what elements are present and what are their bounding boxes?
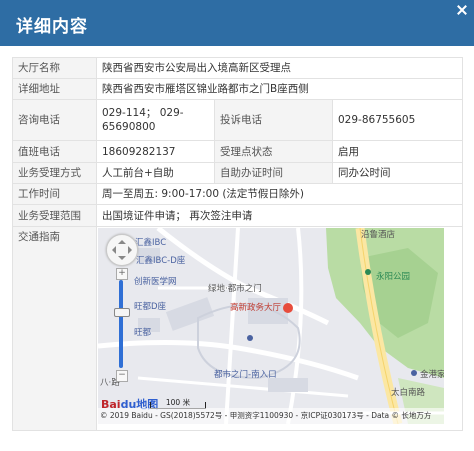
scope-label: 业务受理范围 — [12, 204, 97, 227]
status-label: 受理点状态 — [214, 140, 333, 163]
map-label-hotel: 沿鲁酒店 — [361, 230, 396, 240]
traffic-label: 交通指南 — [12, 226, 97, 431]
row-address: 详细地址 陕西省西安市雁塔区锦业路都市之门B座西侧 — [12, 78, 464, 100]
row-method: 业务受理方式 人工前台+自助 自助办证时间 同办公时间 — [12, 162, 464, 184]
address-label: 详细地址 — [12, 78, 97, 100]
scope-value: 出国境证件申请； 再次签注申请 — [95, 204, 464, 227]
phone-value-line2: 65690800 — [102, 121, 156, 133]
map-label-huixin-ibc-d: 汇鑫IBC-D座 — [136, 256, 186, 266]
detail-table: 大厅名称 陕西省西安市公安局出入境高新区受理点 详细地址 陕西省西安市雁塔区锦业… — [12, 57, 464, 431]
map-label-huixin-ibc: 汇鑫IBC — [135, 238, 167, 248]
pan-left-icon[interactable] — [108, 246, 116, 254]
pan-right-icon[interactable] — [128, 246, 136, 254]
map-label-road: 太白南路 — [391, 388, 426, 398]
map-label-jingang: 金港家 — [420, 370, 444, 380]
phone-value-line1: 029-114； 029- — [102, 107, 184, 119]
self-service-label: 自助办证时间 — [214, 162, 333, 184]
row-phone: 咨询电话 029-114； 029- 65690800 投诉电话 029-867… — [12, 99, 464, 141]
hours-value: 周一至周五: 9:00-17:00 (法定节假日除外) — [95, 183, 464, 205]
zoom-out-icon[interactable]: − — [116, 370, 128, 382]
duty-label: 值班电话 — [12, 140, 97, 163]
duty-value: 18609282137 — [96, 140, 215, 163]
phone-value: 029-114； 029- 65690800 — [96, 99, 215, 141]
map-label-south-entrance: 都市之门-南入口 — [214, 370, 277, 380]
zoom-slider-thumb[interactable] — [114, 308, 130, 317]
pan-down-icon[interactable] — [118, 256, 126, 264]
close-icon[interactable] — [456, 4, 468, 16]
pan-up-icon[interactable] — [118, 236, 126, 244]
row-hall-name: 大厅名称 陕西省西安市公安局出入境高新区受理点 — [12, 57, 464, 79]
map-label-service-hall: 高新政务大厅 — [230, 303, 282, 313]
map-pan-control[interactable] — [106, 234, 138, 266]
dialog-title: 详细内容 — [16, 17, 88, 37]
map-label-greenland: 绿地·都市之门 — [208, 284, 262, 294]
zoom-in-icon[interactable]: + — [116, 268, 128, 280]
complaint-label: 投诉电话 — [214, 99, 333, 141]
hall-name-label: 大厅名称 — [12, 57, 97, 79]
self-service-value: 同办公时间 — [331, 162, 464, 184]
hall-name-value: 陕西省西安市公安局出入境高新区受理点 — [95, 57, 464, 79]
method-label: 业务受理方式 — [12, 162, 97, 184]
map-scale-text: 100 米 — [165, 398, 191, 407]
zoom-track[interactable] — [119, 280, 123, 368]
row-hours: 工作时间 周一至周五: 9:00-17:00 (法定节假日除外) — [12, 183, 464, 205]
row-traffic: 交通指南 沿鲁酒店 汇鑫IBC 汇鑫IBC-D座 永阳公园 创新医学网 绿地·都… — [12, 226, 464, 431]
map-copyright: © 2019 Baidu - GS(2018)5572号 - 甲测资字11009… — [98, 408, 444, 424]
method-value: 人工前台+自助 — [96, 162, 215, 184]
dialog-header: 详细内容 — [0, 0, 474, 46]
row-duty: 值班电话 18609282137 受理点状态 启用 — [12, 140, 464, 163]
hours-label: 工作时间 — [12, 183, 97, 205]
map-cell: 沿鲁酒店 汇鑫IBC 汇鑫IBC-D座 永阳公园 创新医学网 绿地·都市之门 旺… — [95, 226, 464, 431]
map-view[interactable]: 沿鲁酒店 汇鑫IBC 汇鑫IBC-D座 永阳公园 创新医学网 绿地·都市之门 旺… — [98, 228, 444, 424]
status-value: 启用 — [331, 140, 464, 163]
map-label-park: 永阳公园 — [376, 272, 411, 282]
map-label-wangdu: 旺都 — [134, 328, 152, 338]
map-zoom-control[interactable]: + − — [114, 268, 130, 382]
map-label-medical: 创新医学网 — [134, 277, 177, 287]
phone-label: 咨询电话 — [12, 99, 97, 141]
complaint-value: 029-86755605 — [331, 99, 464, 141]
map-label-wangdu-d: 旺都D座 — [134, 302, 167, 312]
row-scope: 业务受理范围 出国境证件申请； 再次签注申请 — [12, 204, 464, 227]
address-value: 陕西省西安市雁塔区锦业路都市之门B座西侧 — [95, 78, 464, 100]
